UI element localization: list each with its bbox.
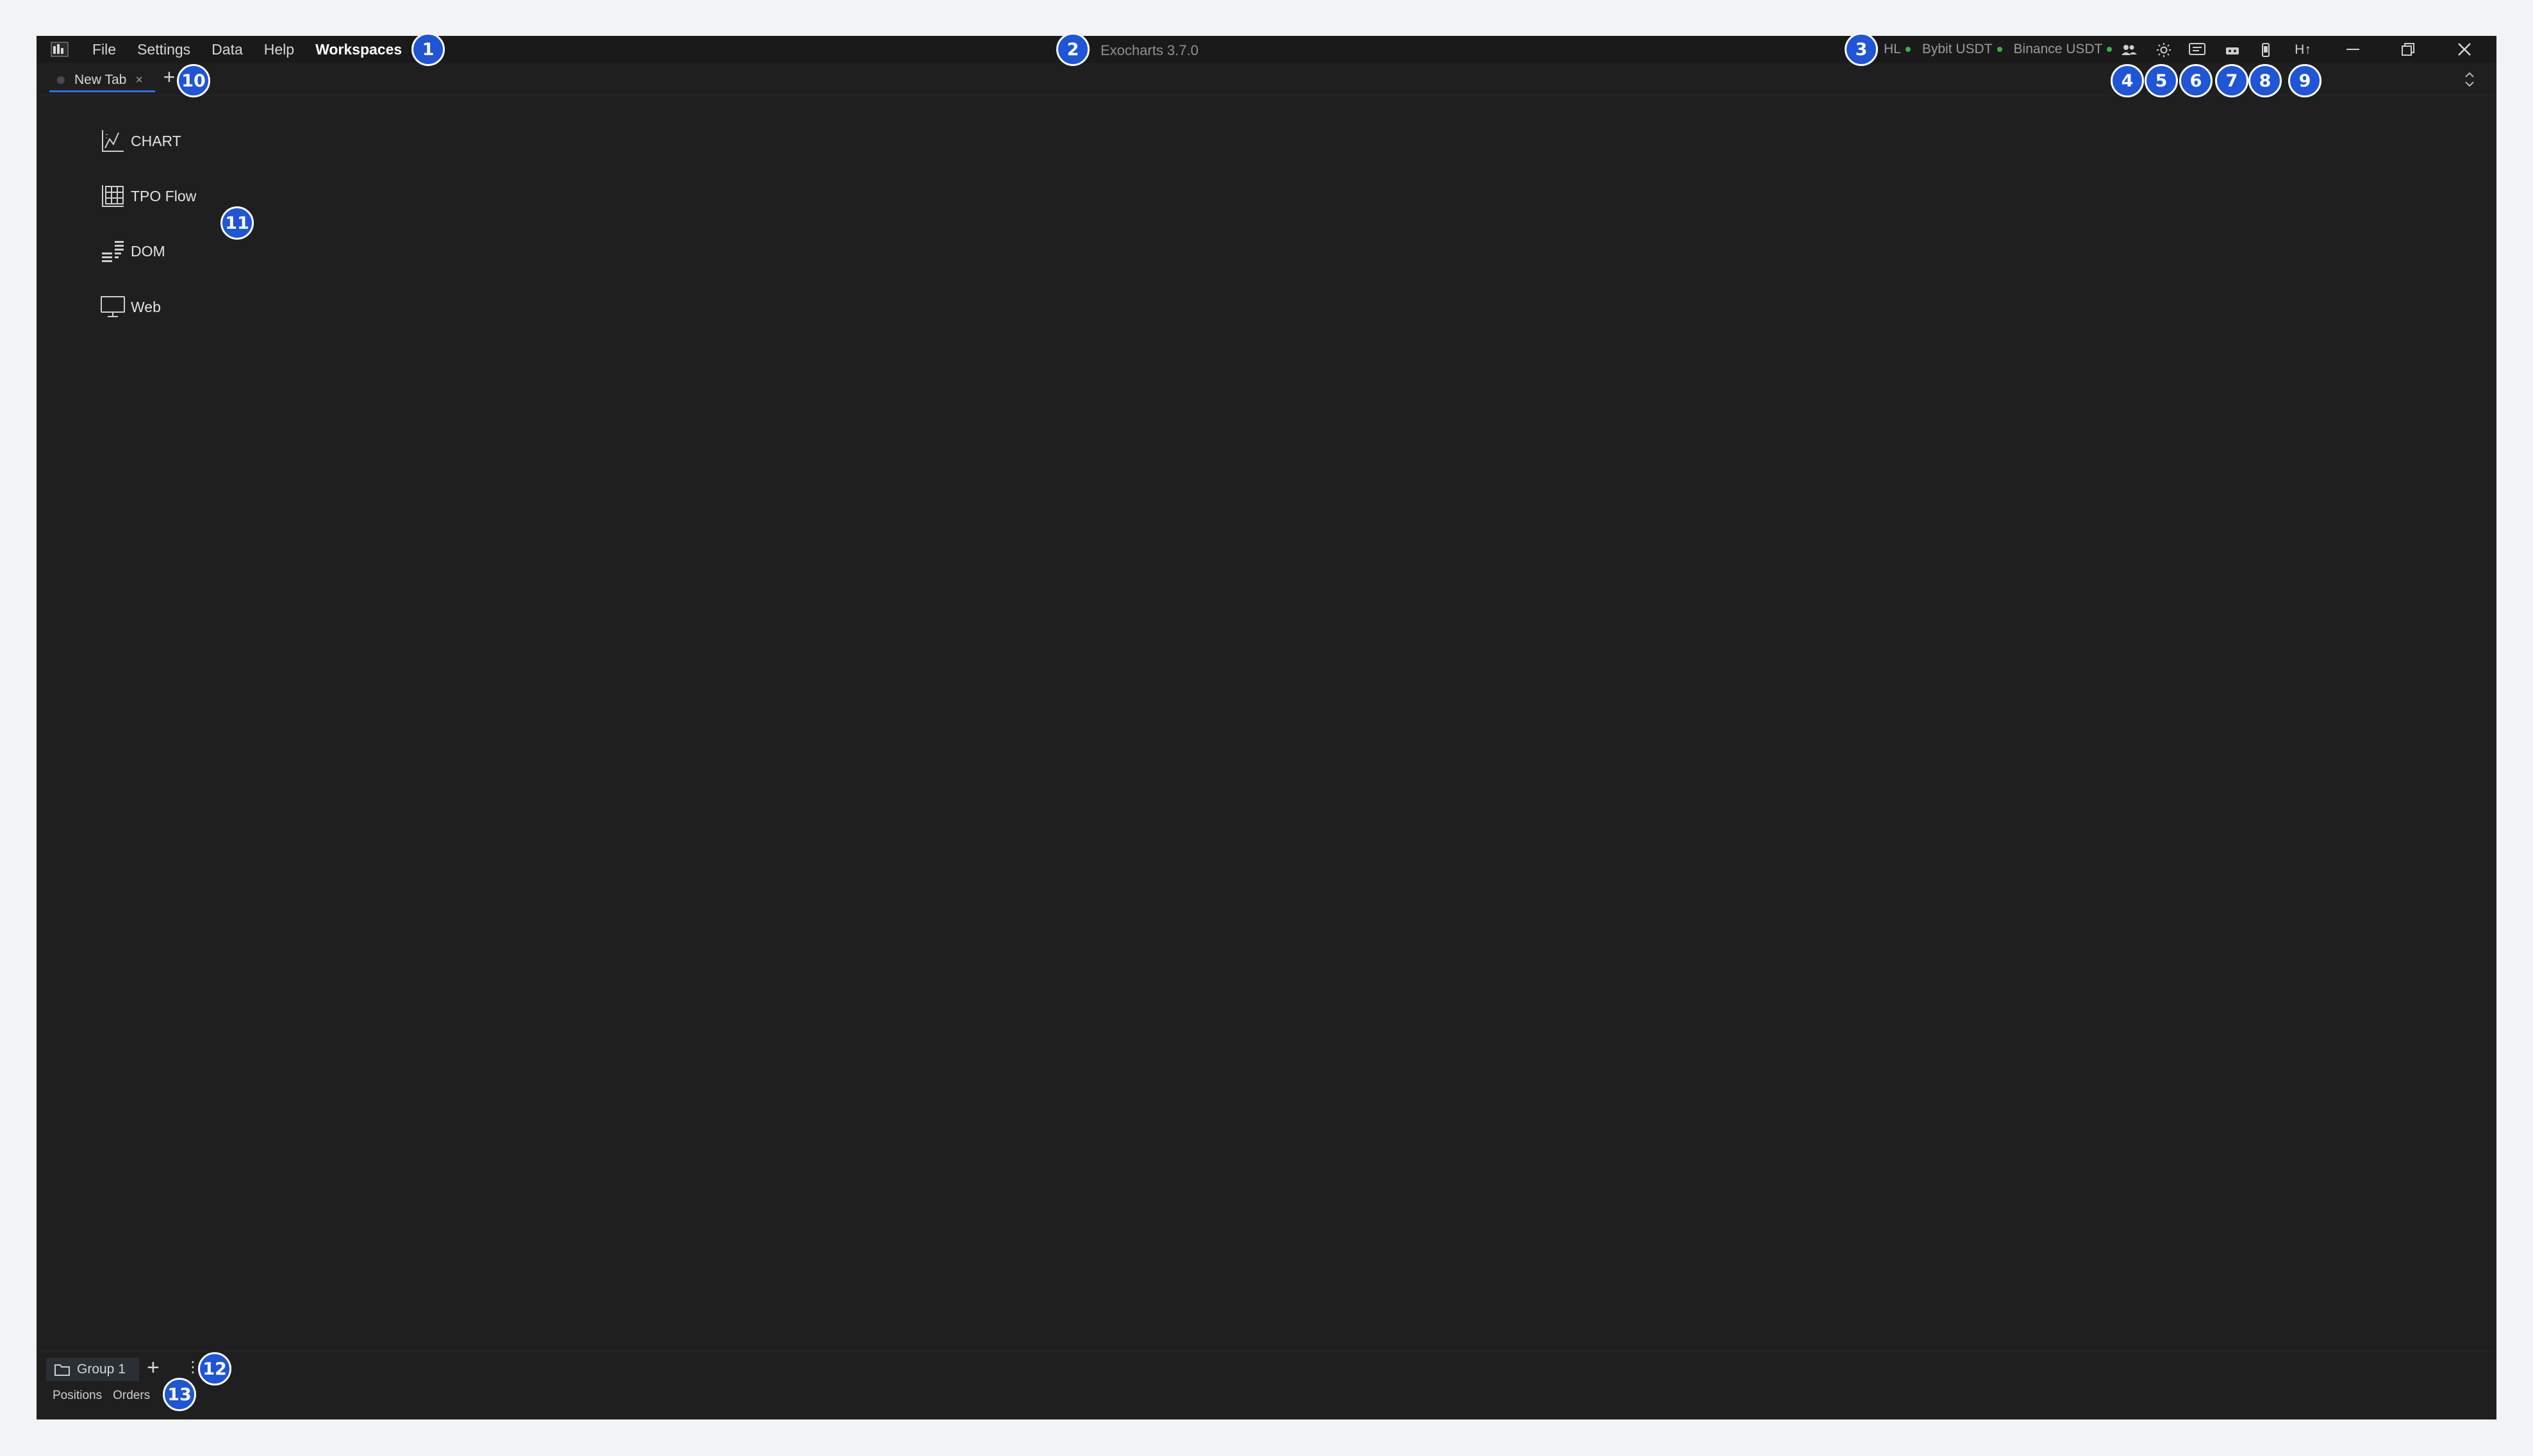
- annotation-badge: 6: [2179, 64, 2213, 97]
- tab-status-dot-icon: [57, 76, 65, 84]
- panel-option-web[interactable]: Web: [100, 293, 161, 321]
- app-title: Exocharts 3.7.0: [1100, 42, 1199, 58]
- connection-label: Bybit USDT: [1922, 42, 1993, 56]
- grid-icon: [100, 183, 126, 209]
- annotation-badge: 12: [198, 1352, 231, 1386]
- menu-workspaces[interactable]: Workspaces: [315, 41, 402, 58]
- menu-settings[interactable]: Settings: [137, 41, 190, 58]
- group-tab[interactable]: Group 1: [46, 1358, 139, 1381]
- app-logo-icon[interactable]: [51, 41, 69, 58]
- annotation-badge: 8: [2248, 64, 2282, 97]
- restore-button[interactable]: [2395, 40, 2421, 59]
- height-label: H↑: [2295, 42, 2311, 57]
- menu-data[interactable]: Data: [212, 41, 243, 58]
- connection-binance[interactable]: Binance USDT: [2014, 42, 2113, 57]
- status-dot-icon: [1905, 47, 1911, 52]
- connection-status-list: HL Bybit USDT Binance USDT: [1884, 36, 2123, 63]
- users-icon[interactable]: [2120, 41, 2138, 59]
- panel-label: Web: [131, 298, 161, 315]
- bottom-panel: Group 1 + ⋮ Positions Orders: [37, 1351, 2496, 1419]
- line-chart-icon: [100, 128, 126, 154]
- connection-label: Binance USDT: [2013, 42, 2103, 56]
- tab-label: New Tab: [74, 72, 127, 87]
- add-group-button[interactable]: +: [147, 1357, 160, 1378]
- annotation-badge: 4: [2111, 64, 2144, 97]
- chevron-up-down-icon: [2465, 72, 2474, 87]
- status-dot-icon: [1997, 47, 2002, 52]
- panel-label: TPO Flow: [131, 187, 197, 204]
- menu-file[interactable]: File: [92, 41, 116, 58]
- message-icon[interactable]: [2188, 41, 2206, 59]
- bottom-tabs: Positions Orders: [53, 1389, 161, 1403]
- active-tab-indicator: [49, 90, 155, 92]
- annotation-badge: 3: [1845, 33, 1878, 66]
- expand-collapse-button[interactable]: [2462, 70, 2477, 88]
- annotation-badge: 7: [2215, 64, 2248, 97]
- tab-close-icon[interactable]: ×: [135, 73, 143, 88]
- gamepad-icon[interactable]: [2223, 41, 2241, 59]
- list-icon: [100, 238, 126, 264]
- panel-option-chart[interactable]: CHART: [100, 127, 181, 155]
- panel-option-tpo-flow[interactable]: TPO Flow: [100, 182, 196, 210]
- connection-label: HL: [1884, 42, 1901, 56]
- height-icon[interactable]: H↑: [2290, 41, 2316, 59]
- panel-label: DOM: [131, 242, 165, 260]
- menu-help[interactable]: Help: [264, 41, 294, 58]
- minimize-button[interactable]: [2340, 40, 2366, 59]
- title-bar: File Settings Data Help Workspaces Exoch…: [37, 36, 2496, 63]
- annotation-badge: 2: [1056, 33, 1090, 66]
- tab-positions[interactable]: Positions: [53, 1389, 102, 1403]
- annotation-badge: 11: [220, 206, 254, 240]
- close-icon: [2458, 43, 2471, 56]
- restore-icon: [2402, 43, 2414, 56]
- group-label: Group 1: [77, 1362, 126, 1377]
- minimize-icon: [2346, 49, 2359, 50]
- phone-icon[interactable]: [2257, 41, 2275, 59]
- folder-icon: [54, 1362, 71, 1377]
- main-menu: File Settings Data Help Workspaces: [92, 36, 423, 63]
- annotation-badge: 10: [177, 64, 210, 97]
- app-window: File Settings Data Help Workspaces Exoch…: [37, 36, 2496, 1419]
- tab-new-tab[interactable]: New Tab ×: [49, 68, 155, 92]
- connection-hl[interactable]: HL: [1884, 42, 1911, 57]
- annotation-badge: 9: [2288, 64, 2321, 97]
- connection-bybit[interactable]: Bybit USDT: [1922, 42, 2002, 57]
- annotation-badge: 13: [163, 1378, 196, 1411]
- close-window-button[interactable]: [2452, 40, 2477, 59]
- panel-option-dom[interactable]: DOM: [100, 237, 165, 265]
- panel-label: CHART: [131, 132, 181, 149]
- status-dot-icon: [2107, 47, 2113, 52]
- tab-orders[interactable]: Orders: [113, 1389, 150, 1403]
- sun-icon[interactable]: [2155, 41, 2173, 59]
- annotation-badge: 1: [411, 33, 445, 66]
- add-tab-button[interactable]: +: [160, 67, 178, 87]
- monitor-icon: [100, 294, 126, 320]
- annotation-badge: 5: [2145, 64, 2178, 97]
